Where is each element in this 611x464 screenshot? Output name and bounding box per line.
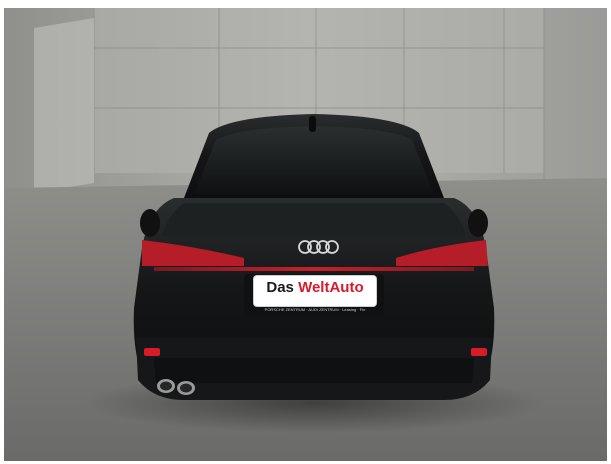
rear-window — [194, 126, 434, 194]
antenna — [309, 116, 316, 132]
plate-text-weltauto: WeltAuto — [298, 279, 364, 296]
light-patch — [34, 18, 94, 193]
left-reflector — [144, 348, 160, 356]
right-mirror — [468, 209, 488, 237]
photo-frame: Das WeltAuto PORSCHE ZENTRUM · AUDI ZENT… — [4, 8, 607, 461]
right-reflector — [471, 348, 487, 356]
left-mirror — [140, 209, 160, 237]
light-bar — [154, 267, 474, 271]
trunk-lid — [162, 203, 466, 236]
car-photo — [4, 8, 607, 461]
dealer-plate: Das WeltAuto — [254, 276, 376, 306]
plate-fineprint: PORSCHE ZENTRUM · AUDI ZENTRUM · Leasing… — [264, 307, 366, 312]
diffuser — [154, 358, 474, 383]
plate-logo-text: Das WeltAuto — [254, 279, 376, 297]
plate-text-das: Das — [266, 279, 294, 296]
